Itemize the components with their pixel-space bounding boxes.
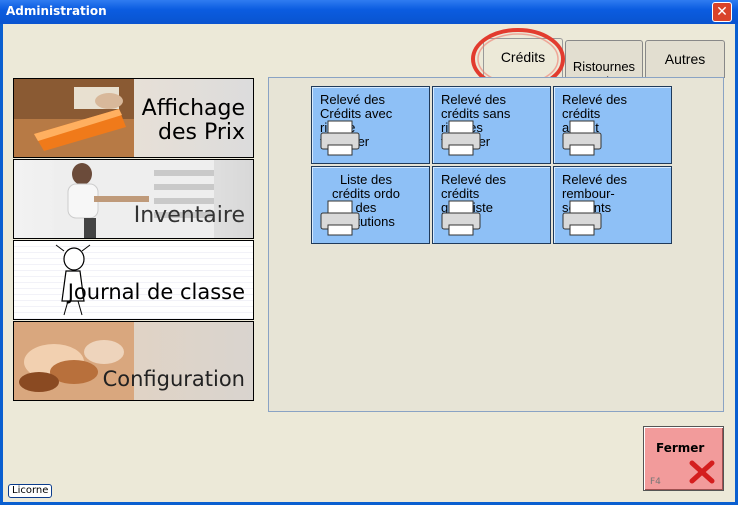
- nav-inventaire-label: Inventaire: [133, 203, 245, 228]
- printer-icon: [562, 120, 602, 156]
- nav-configuration-label: Configuration: [102, 367, 245, 391]
- nav-affichage-prix-label: Affichage des Prix: [141, 96, 245, 145]
- nav-affichage-prix-button[interactable]: Affichage des Prix: [13, 78, 254, 158]
- fermer-label: Fermer: [656, 441, 705, 455]
- nav-inventaire-button[interactable]: Inventaire: [13, 159, 254, 239]
- tab-autres-label: Autres: [664, 51, 706, 67]
- red-x-icon: [689, 460, 715, 484]
- report-remboursements-argent[interactable]: Relevé des rembour- sements argent: [553, 166, 672, 244]
- window-close-button[interactable]: ✕: [712, 2, 732, 22]
- printer-icon: [562, 200, 602, 236]
- printer-icon: [320, 200, 360, 236]
- tab-ristournes-remises[interactable]: Ristournes Remises: [565, 40, 643, 89]
- administration-window: Administration ✕ Affichage des Prix Inve…: [0, 0, 738, 505]
- printer-icon: [320, 120, 360, 156]
- report-credits-risque-financier[interactable]: Relevé des Crédits avec risque financier: [311, 86, 430, 164]
- report-credits-argent[interactable]: Relevé des crédits argent: [553, 86, 672, 164]
- licorne-button[interactable]: Licorne: [8, 484, 53, 498]
- close-icon: ✕: [716, 4, 728, 20]
- report-credits-grossiste[interactable]: Relevé des crédits grossiste: [432, 166, 551, 244]
- nav-configuration-button[interactable]: Configuration: [13, 321, 254, 401]
- report-credits-sans-risques[interactable]: Relevé des crédits sans risques financie…: [432, 86, 551, 164]
- price-display-photo: [14, 79, 134, 157]
- fermer-button[interactable]: Fermer F4: [643, 426, 724, 491]
- client-area: Affichage des Prix Inventaire Journal de…: [3, 24, 735, 502]
- nav-journal-classe-button[interactable]: Journal de classe: [13, 240, 254, 320]
- tab-autres[interactable]: Autres: [645, 40, 725, 78]
- nav-journal-classe-label: Journal de classe: [67, 280, 245, 304]
- window-title: Administration: [6, 4, 107, 18]
- printer-icon: [441, 120, 481, 156]
- title-bar: Administration ✕: [0, 0, 738, 24]
- printer-icon: [441, 200, 481, 236]
- fermer-shortcut: F4: [650, 477, 661, 487]
- report-liste-credits-institutions[interactable]: Liste des crédits ordo des insitutions: [311, 166, 430, 244]
